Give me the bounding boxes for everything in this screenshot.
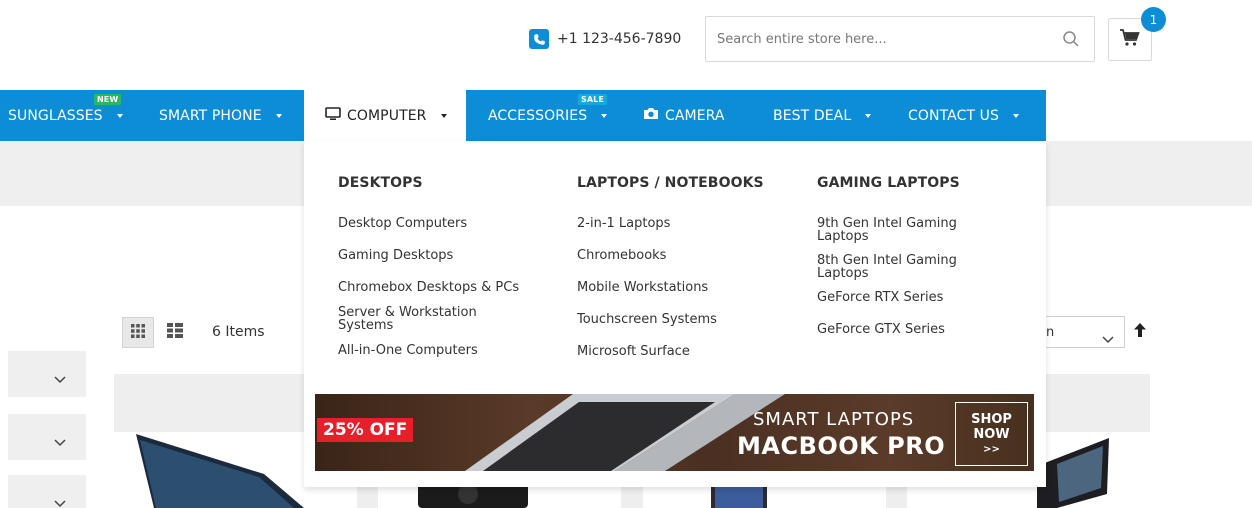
menu-column-laptops-notebooks: LAPTOPS / NOTEBOOKS 2-in-1 Laptops Chrom… [577, 175, 764, 358]
chevron-down-icon [54, 432, 66, 451]
menu-link[interactable]: Chromebooks [577, 249, 764, 262]
menu-link[interactable]: GeForce GTX Series [817, 323, 967, 336]
chevron-down-icon [54, 493, 66, 508]
menu-link[interactable]: Microsoft Surface [577, 345, 764, 358]
nav-item-smart-phone[interactable]: SMART PHONE [159, 90, 282, 141]
nav-label: CONTACT US [908, 107, 999, 124]
shop-now-line: SHOP [971, 412, 1012, 427]
monitor-icon [325, 106, 341, 125]
chevron-down-icon [275, 113, 282, 118]
menu-column-desktops: DESKTOPS Desktop Computers Gaming Deskto… [338, 175, 519, 357]
menu-column-title: LAPTOPS / NOTEBOOKS [577, 175, 764, 191]
filter-toggle[interactable] [8, 475, 86, 508]
discount-badge: 25% OFF [317, 418, 414, 442]
toolbar-item-count: 6 Items [212, 324, 265, 340]
menu-link[interactable]: Touchscreen Systems [577, 313, 764, 326]
chevron-down-icon [54, 369, 66, 388]
filter-toggle[interactable] [8, 351, 86, 397]
chevron-down-icon [1102, 329, 1114, 348]
menu-link[interactable]: 9th Gen Intel Gaming Laptops [817, 217, 967, 243]
menu-column-title: DESKTOPS [338, 175, 423, 191]
chevron-down-icon [601, 113, 608, 118]
sort-by-select[interactable]: n [1046, 316, 1125, 348]
search-input[interactable] [706, 17, 1046, 61]
nav-item-camera[interactable]: CAMERA [643, 90, 725, 141]
nav-label: SUNGLASSES [8, 107, 103, 124]
menu-link[interactable]: Chromebox Desktops & PCs [338, 281, 519, 294]
search-icon[interactable] [1062, 30, 1080, 52]
camera-icon [643, 107, 659, 124]
promo-banner[interactable]: 25% OFF SMART LAPTOPS MACBOOK PRO SHOP N… [315, 394, 1034, 471]
menu-link[interactable]: GeForce RTX Series [817, 291, 967, 304]
menu-link[interactable]: Server & Workstation Systems [338, 306, 498, 332]
list-icon [167, 323, 183, 342]
new-badge: NEW [94, 94, 122, 105]
nav-label: SMART PHONE [159, 107, 262, 124]
nav-label: BEST DEAL [773, 107, 852, 124]
menu-link[interactable]: All-in-One Computers [338, 344, 519, 357]
nav-item-best-deal[interactable]: BEST DEAL [773, 90, 872, 141]
shop-now-arrows: >> [983, 444, 1000, 455]
cart-icon [1119, 28, 1141, 52]
grid-icon [131, 323, 145, 342]
banner-title: MACBOOK PRO [737, 432, 946, 460]
menu-link[interactable]: Desktop Computers [338, 217, 519, 230]
chevron-down-icon [865, 113, 872, 118]
nav-label: CAMERA [665, 107, 725, 124]
nav-item-contact-us[interactable]: CONTACT US [908, 90, 1019, 141]
phone-contact[interactable]: +1 123-456-7890 [529, 29, 681, 49]
phone-number: +1 123-456-7890 [557, 31, 682, 47]
sort-direction-button[interactable] [1134, 322, 1146, 341]
main-nav: SUNGLASSES NEW SMART PHONE COMPUTER ACCE… [0, 90, 1046, 141]
sort-by-value: n [1046, 325, 1055, 340]
sale-badge: SALE [578, 94, 607, 105]
search-box [705, 16, 1095, 62]
nav-item-computer[interactable]: COMPUTER [304, 90, 466, 141]
shop-now-button[interactable]: SHOP NOW >> [955, 402, 1028, 466]
banner-subtitle: SMART LAPTOPS [753, 409, 915, 430]
cart-count-badge: 1 [1141, 7, 1166, 32]
menu-link[interactable]: 8th Gen Intel Gaming Laptops [817, 254, 967, 280]
nav-label: ACCESSORIES [488, 107, 588, 124]
phone-icon [529, 29, 549, 49]
menu-link[interactable]: Mobile Workstations [577, 281, 764, 294]
nav-item-sunglasses[interactable]: SUNGLASSES NEW [8, 90, 123, 141]
nav-label: COMPUTER [347, 107, 427, 124]
menu-link[interactable]: 2-in-1 Laptops [577, 217, 764, 230]
menu-link[interactable]: Gaming Desktops [338, 249, 519, 262]
menu-column-title: GAMING LAPTOPS [817, 175, 960, 191]
grid-view-button[interactable] [122, 317, 154, 348]
chevron-down-icon [116, 113, 123, 118]
menu-column-gaming-laptops: GAMING LAPTOPS 9th Gen Intel Gaming Lapt… [817, 175, 967, 336]
list-view-button[interactable] [159, 317, 191, 348]
arrow-up-icon [1134, 322, 1146, 341]
nav-item-accessories[interactable]: ACCESSORIES SALE [488, 90, 608, 141]
chevron-down-icon [1012, 113, 1019, 118]
filter-toggle[interactable] [8, 414, 86, 460]
computer-mega-menu: DESKTOPS Desktop Computers Gaming Deskto… [304, 141, 1046, 487]
chevron-down-icon [440, 113, 447, 118]
shop-now-line: NOW [973, 427, 1010, 442]
